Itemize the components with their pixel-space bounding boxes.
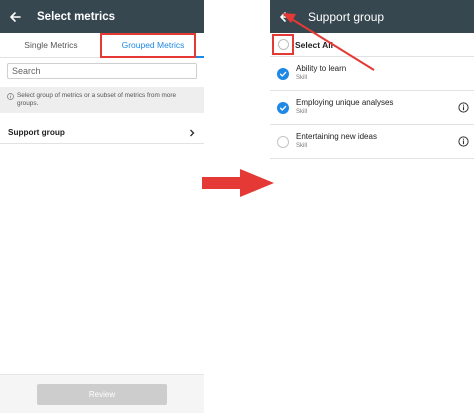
metric-name: Entertaining new ideas (296, 132, 377, 141)
arrow-right-icon (202, 169, 274, 197)
info-icon (457, 136, 469, 147)
info-banner: Select group of metrics or a subset of m… (0, 87, 204, 113)
page-title: Select metrics (37, 10, 115, 23)
tab-single-metrics[interactable]: Single Metrics (0, 33, 102, 57)
info-icon (7, 93, 14, 100)
metric-type: Skill (296, 109, 308, 115)
metric-item[interactable]: Entertaining new ideas Skill (270, 125, 474, 159)
select-metrics-screen: Select metrics Single Metrics Grouped Me… (0, 0, 204, 413)
back-button[interactable] (0, 0, 30, 33)
metric-type: Skill (296, 143, 308, 149)
arrow-left-icon (10, 11, 21, 22)
metric-info-button[interactable] (452, 136, 474, 147)
group-item-support-group[interactable]: Support group (0, 122, 204, 144)
pointer-arrow-icon (282, 13, 375, 71)
checkmark-icon (279, 105, 287, 111)
metric-name: Employing unique analyses (296, 98, 394, 107)
app-bar: Select metrics (0, 0, 204, 33)
checked-icon[interactable] (277, 101, 289, 114)
unchecked-icon[interactable] (277, 135, 289, 148)
chevron-right-icon (190, 129, 195, 136)
group-label: Support group (8, 128, 65, 137)
metric-info-button[interactable] (452, 102, 474, 113)
info-icon (457, 102, 469, 113)
search-input[interactable]: Search (7, 63, 197, 79)
tab-highlight-box (100, 33, 196, 58)
review-button[interactable]: Review (37, 383, 167, 405)
info-text: Select group of metrics or a subset of m… (17, 92, 177, 107)
bottom-bar: Review (0, 374, 204, 413)
metric-item[interactable]: Employing unique analyses Skill (270, 91, 474, 125)
